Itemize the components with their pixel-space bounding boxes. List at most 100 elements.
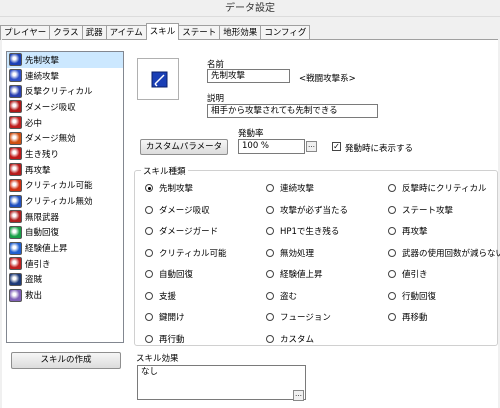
radio-circle[interactable] xyxy=(266,227,274,235)
star-icon xyxy=(9,178,22,192)
tab-2[interactable]: 武器 xyxy=(81,25,107,40)
skill-list-label: 無限武器 xyxy=(25,212,60,223)
radio-circle[interactable] xyxy=(388,291,396,300)
skill-list-item[interactable]: クリティカル無効 xyxy=(7,193,123,209)
name-field[interactable]: 先制攻撃 xyxy=(207,69,290,83)
skill-type-radio[interactable]: 鍵開け xyxy=(145,311,185,323)
skill-type-radio[interactable]: フュージョン xyxy=(266,311,331,323)
skill-type-label: 値引き xyxy=(402,270,428,280)
radio-circle[interactable] xyxy=(266,248,274,257)
tab-4[interactable]: スキル xyxy=(145,23,180,40)
radio-circle[interactable] xyxy=(388,313,396,321)
activation-field[interactable]: 100 % xyxy=(238,139,305,154)
skill-list-item[interactable]: 反撃クリティカル xyxy=(7,83,123,99)
skill-list-item[interactable]: 自動回復 xyxy=(7,225,123,241)
skill-type-radio[interactable]: 無効処理 xyxy=(266,247,314,259)
skill-list-item[interactable]: 先制攻撃 xyxy=(7,52,123,68)
skill-type-radio[interactable]: 再行動 xyxy=(145,333,185,345)
skill-list-item[interactable]: 盗賊 xyxy=(7,272,123,288)
radio-circle[interactable] xyxy=(388,184,396,192)
skill-type-radio[interactable]: 攻撃が必ず当たる xyxy=(266,204,348,216)
skill-effect-field[interactable]: なし xyxy=(137,365,306,400)
star-icon xyxy=(9,194,22,208)
skill-type-radio[interactable]: 再移動 xyxy=(388,311,428,323)
skill-list-item[interactable]: ダメージ吸収 xyxy=(7,99,123,115)
swords-icon xyxy=(9,69,22,83)
skill-effect-browse-button[interactable]: … xyxy=(293,390,304,401)
skill-type-radio[interactable]: ダメージガード xyxy=(145,225,218,237)
skill-list-item[interactable]: 連続攻撃 xyxy=(7,68,123,84)
radio-circle[interactable] xyxy=(145,227,153,235)
skill-list-item[interactable]: 無限武器 xyxy=(7,209,123,225)
skill-list-label: ダメージ無効 xyxy=(25,134,76,145)
radio-circle[interactable] xyxy=(266,205,274,214)
description-field[interactable]: 相手から攻撃されても先制できる xyxy=(207,104,378,118)
skill-type-radio[interactable]: 行動回復 xyxy=(388,290,436,302)
radio-circle[interactable] xyxy=(388,248,396,257)
skill-type-label: 自動回復 xyxy=(159,270,194,280)
skill-type-radio[interactable]: クリティカル可能 xyxy=(145,247,227,259)
skill-type-radio[interactable]: 武器の使用回数が減らない xyxy=(388,247,500,259)
skill-type-radio[interactable]: 値引き xyxy=(388,268,428,280)
skill-list-item[interactable]: 必中 xyxy=(7,115,123,131)
tab-6[interactable]: 地形効果 xyxy=(219,25,262,40)
skill-list-item[interactable]: ダメージ無効 xyxy=(7,130,123,146)
skill-type-radio[interactable]: HP1で生き残る xyxy=(266,225,339,237)
create-skill-button[interactable]: スキルの作成 xyxy=(11,352,121,369)
rescue-icon xyxy=(9,288,22,302)
radio-circle[interactable] xyxy=(145,184,153,192)
tab-7[interactable]: コンフィグ xyxy=(260,25,311,40)
radio-circle[interactable] xyxy=(266,270,274,278)
radio-circle[interactable] xyxy=(145,270,153,278)
activation-browse-button[interactable]: … xyxy=(306,141,317,152)
skill-type-radio[interactable]: 反撃時にクリティカル xyxy=(388,182,487,194)
skill-list-label: クリティカル無効 xyxy=(25,197,93,208)
skill-list-item[interactable]: 値引き xyxy=(7,256,123,272)
radio-circle[interactable] xyxy=(266,313,274,321)
skill-list-item[interactable]: 経験値上昇 xyxy=(7,240,123,256)
skill-type-radio[interactable]: 再攻撃 xyxy=(388,225,428,237)
skill-type-radio[interactable]: 支援 xyxy=(145,290,176,302)
tab-0[interactable]: プレイヤー xyxy=(0,25,51,40)
skill-type-label: 盗む xyxy=(280,291,298,302)
tab-1[interactable]: クラス xyxy=(49,25,83,40)
skill-type-radio[interactable]: 盗む xyxy=(266,290,297,302)
tab-5[interactable]: ステート xyxy=(178,25,221,40)
sword-icon xyxy=(9,53,22,67)
skill-effect-label: スキル効果 xyxy=(136,354,179,364)
skill-type-label: 攻撃が必ず当たる xyxy=(280,205,349,216)
tab-3[interactable]: アイテム xyxy=(105,25,147,40)
skill-type-label: フュージョン xyxy=(280,313,331,323)
skill-type-label: 鍵開け xyxy=(159,313,185,323)
skill-list-label: 連続攻撃 xyxy=(25,71,60,82)
skill-type-radio[interactable]: 自動回復 xyxy=(145,268,193,280)
skill-type-radio[interactable]: カスタム xyxy=(266,333,314,345)
infinity-icon xyxy=(9,210,22,224)
radio-circle[interactable] xyxy=(145,205,153,214)
skill-type-radio[interactable]: 先制攻撃 xyxy=(145,182,193,194)
radio-circle[interactable] xyxy=(145,313,153,321)
radio-circle[interactable] xyxy=(266,184,274,192)
skill-list-item[interactable]: 再攻撃 xyxy=(7,162,123,178)
radio-circle[interactable] xyxy=(145,291,153,300)
skill-type-radio[interactable]: ダメージ吸収 xyxy=(145,204,210,216)
skill-type-radio[interactable]: 経験値上昇 xyxy=(266,268,323,280)
skill-list-item[interactable]: クリティカル可能 xyxy=(7,178,123,194)
radio-circle[interactable] xyxy=(388,205,396,214)
radio-circle[interactable] xyxy=(145,248,153,257)
skill-type-radio[interactable]: ステート攻撃 xyxy=(388,204,453,216)
skill-icon-box[interactable] xyxy=(137,58,179,100)
skill-list[interactable]: 先制攻撃 連続攻撃 反撃クリティカル ダメージ吸収 必中 ダメージ無効 生き残り 再攻撃 クリテ… xyxy=(6,51,124,343)
radio-circle[interactable] xyxy=(266,334,274,343)
name-category: <戦闘攻撃系> xyxy=(299,74,356,84)
custom-parameter-button[interactable]: カスタムパラメータ xyxy=(140,139,228,155)
skill-type-label: ダメージ吸収 xyxy=(159,205,210,216)
show-on-activate-checkbox[interactable]: ✓ xyxy=(332,142,341,151)
radio-circle[interactable] xyxy=(388,270,396,278)
skill-type-radio[interactable]: 連続攻撃 xyxy=(266,182,314,194)
radio-circle[interactable] xyxy=(145,334,153,343)
skill-list-item[interactable]: 生き残り xyxy=(7,146,123,162)
skill-list-item[interactable]: 救出 xyxy=(7,287,123,303)
radio-circle[interactable] xyxy=(388,227,396,235)
radio-circle[interactable] xyxy=(266,291,274,300)
